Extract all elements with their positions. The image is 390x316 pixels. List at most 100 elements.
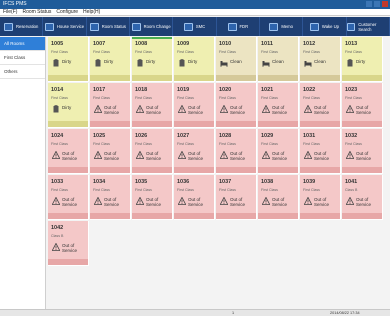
room-status-label: Clean [230,59,242,64]
menu-room-status[interactable]: Room Status [22,9,51,15]
warning-icon [51,150,61,159]
room-status-bar [216,75,256,81]
toolbar-button-memo[interactable]: Memo [260,17,304,36]
room-class: First Class [93,188,110,192]
menu-file[interactable]: File(F) [3,9,17,15]
room-tile[interactable]: 1035 First Class Out of Service [132,175,173,220]
trash-bin-icon [94,59,102,67]
wake-up-icon [309,22,319,31]
room-tile[interactable]: 1014 First Class Dirty [48,83,89,128]
room-tile[interactable]: 1022 First Class Out of Service [300,83,341,128]
toolbar-button-reservation[interactable]: Reservation [0,17,44,36]
room-status-bar [90,75,130,81]
room-number: 1019 [177,87,190,93]
room-tile[interactable]: 1042 Class B Out of Service [48,221,89,266]
room-grid: 1005 First Class Dirty 1007 First Class Dirty… [48,37,390,309]
room-class: First Class [345,50,362,54]
room-tile[interactable]: 1021 First Class Out of Service [258,83,299,128]
room-tile[interactable]: 1034 First Class Out of Service [90,175,131,220]
room-number: 1033 [51,179,64,185]
memo-icon [269,22,279,31]
room-tile[interactable]: 1032 First Class Out of Service [342,129,383,174]
selected-indicator [132,37,172,39]
room-status-label: Out of Service [230,105,246,115]
toolbar-button-room-status[interactable]: Room Status [87,17,130,36]
room-tile[interactable]: 1010 First Class Clean [216,37,257,82]
close-icon[interactable] [382,1,388,7]
room-status-label: Out of Service [230,197,246,207]
room-tile[interactable]: 1037 First Class Out of Service [216,175,257,220]
room-number: 1042 [51,225,64,231]
room-class: First Class [261,142,278,146]
menu-help[interactable]: Help(H) [83,9,100,15]
room-status-label: Out of Service [272,151,288,161]
room-tile[interactable]: 1008 First Class Dirty [132,37,173,82]
status-count: 1 [232,311,235,315]
room-tile[interactable]: 1005 First Class Dirty [48,37,89,82]
warning-icon [177,104,187,113]
trash-bin-icon [52,59,60,67]
room-tile[interactable]: 1024 First Class Out of Service [48,129,89,174]
room-tile[interactable]: 1018 First Class Out of Service [132,83,173,128]
room-tile[interactable]: 1017 First Class Out of Service [90,83,131,128]
room-class: First Class [261,96,278,100]
toolbar-button-smc[interactable]: SMC [173,17,217,36]
room-tile[interactable]: 1028 First Class Out of Service [216,129,257,174]
toolbar-button-house-service[interactable]: House Service [43,17,87,36]
room-tile[interactable]: 1020 First Class Out of Service [216,83,257,128]
room-tile[interactable]: 1027 First Class Out of Service [174,129,215,174]
sidebar-item-all-rooms[interactable]: All Rooms [0,37,45,51]
room-status-bar [48,121,88,127]
room-tile[interactable]: 1029 First Class Out of Service [258,129,299,174]
sidebar-item-others[interactable]: Others [0,65,45,79]
room-status-label: Dirty [104,59,114,64]
room-tile[interactable]: 1031 First Class Out of Service [300,129,341,174]
room-number: 1027 [177,133,190,139]
warning-icon [177,150,187,159]
room-status-bar [342,167,382,173]
toolbar-button-customer-search[interactable]: Customer Search [346,17,390,36]
room-status-bar [48,213,88,219]
room-class: First Class [51,142,68,146]
room-status-bar [90,167,130,173]
room-number: 1036 [177,179,190,185]
room-tile[interactable]: 1009 First Class Dirty [174,37,215,82]
toolbar-button-fdr[interactable]: FDR [217,17,260,36]
room-class: First Class [177,188,194,192]
room-tile[interactable]: 1036 First Class Out of Service [174,175,215,220]
room-tile[interactable]: 1039 First Class Out of Service [300,175,341,220]
trash-bin-icon [136,59,144,67]
room-number: 1017 [93,87,106,93]
sidebar-item-first-class[interactable]: First Class [0,51,45,65]
room-tile[interactable]: 1033 First Class Out of Service [48,175,89,220]
room-tile[interactable]: 1023 First Class Out of Service [342,83,383,128]
room-tile[interactable]: 1013 First Class Dirty [342,37,383,82]
room-tile[interactable]: 1007 First Class Dirty [90,37,131,82]
maximize-icon[interactable] [374,1,380,7]
toolbar-button-wake-up[interactable]: Wake Up [303,17,347,36]
room-status-bar [300,121,340,127]
room-number: 1010 [219,41,232,47]
menu-configure[interactable]: Configure [56,9,78,15]
room-tile[interactable]: 1011 First Class Clean [258,37,299,82]
toolbar-button-label: Wake Up [321,24,339,29]
room-number: 1025 [93,133,106,139]
room-number: 1034 [93,179,106,185]
room-tile[interactable]: 1019 First Class Out of Service [174,83,215,128]
room-tile[interactable]: 1041 Class B Out of Service [342,175,383,220]
room-class: First Class [93,50,110,54]
room-class: First Class [345,96,362,100]
room-status-label: Out of Service [188,197,204,207]
room-class: First Class [135,142,152,146]
trash-bin-icon [346,59,354,67]
room-tile[interactable]: 1025 First Class Out of Service [90,129,131,174]
room-class: First Class [303,142,320,146]
toolbar-button-room-change[interactable]: Room Change [130,17,174,36]
room-number: 1020 [219,87,232,93]
warning-icon [219,104,229,113]
room-tile[interactable]: 1026 First Class Out of Service [132,129,173,174]
toolbar-button-label: SMC [195,24,206,29]
room-tile[interactable]: 1012 First Class Clean [300,37,341,82]
minimize-icon[interactable] [366,1,372,7]
room-tile[interactable]: 1038 First Class Out of Service [258,175,299,220]
